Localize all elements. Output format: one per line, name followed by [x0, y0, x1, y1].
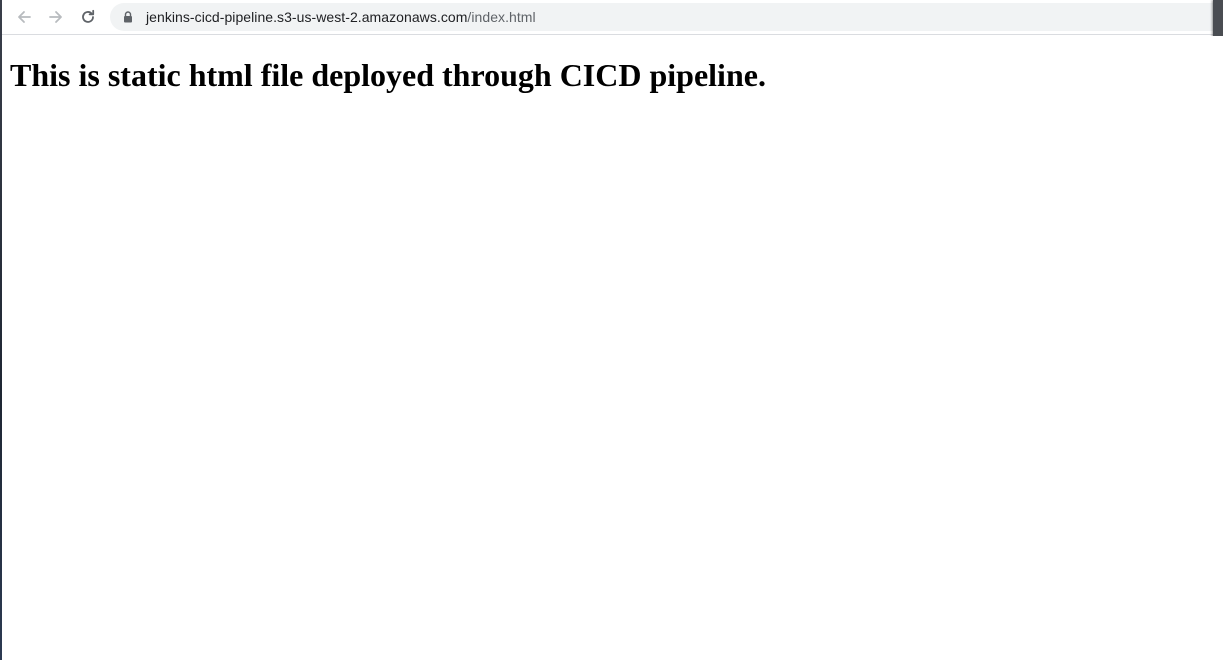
page-heading: This is static html file deployed throug…: [10, 57, 766, 93]
reload-icon: [82, 9, 95, 23]
page-content: This is static html file deployed throug…: [2, 36, 1223, 660]
reload-button[interactable]: [76, 5, 100, 29]
arrow-right-icon: [49, 11, 62, 23]
forward-button[interactable]: [44, 5, 68, 29]
browser-toolbar: jenkins-cicd-pipeline.s3-us-west-2.amazo…: [2, 0, 1223, 80]
back-button[interactable]: [12, 5, 36, 29]
browser-window: jenkins-cicd-pipeline.s3-us-west-2.amazo…: [0, 0, 1223, 660]
url-text[interactable]: jenkins-cicd-pipeline.s3-us-west-2.amazo…: [146, 9, 536, 25]
address-bar[interactable]: jenkins-cicd-pipeline.s3-us-west-2.amazo…: [110, 3, 1223, 31]
url-host: jenkins-cicd-pipeline.s3-us-west-2.amazo…: [146, 9, 468, 25]
arrow-left-icon: [18, 11, 31, 23]
lock-icon[interactable]: [122, 10, 134, 24]
url-path: /index.html: [467, 9, 536, 25]
